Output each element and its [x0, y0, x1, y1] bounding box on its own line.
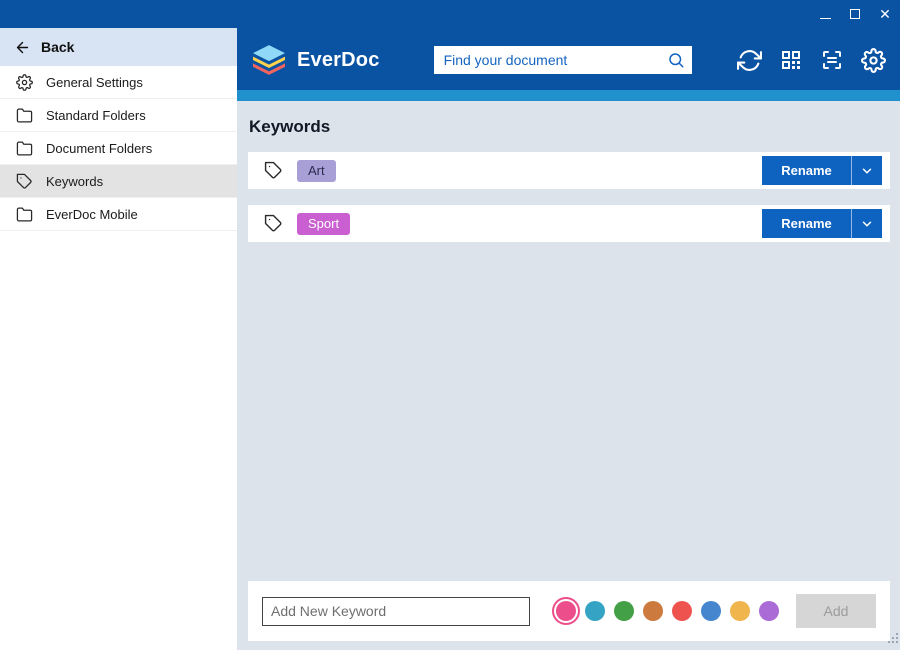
keyword-badge: Art [297, 160, 336, 182]
keywords-panel: Keywords Art Rename Sport Rename [237, 101, 900, 650]
tag-icon [16, 173, 33, 190]
rename-button[interactable]: Rename [762, 156, 882, 185]
chevron-down-icon[interactable] [852, 156, 882, 185]
sidebar-item-label: EverDoc Mobile [46, 207, 138, 222]
search-icon[interactable] [667, 51, 685, 69]
settings-sidebar: Back General Settings Standard Folders D… [0, 28, 237, 650]
main-area: EverDoc [237, 0, 900, 650]
page-title: Keywords [249, 117, 890, 137]
keyword-row: Art Rename [248, 152, 890, 189]
minimize-button[interactable] [810, 0, 840, 28]
sidebar-item-keywords[interactable]: Keywords [0, 165, 237, 198]
tag-icon [264, 214, 283, 233]
color-swatches [556, 601, 779, 621]
sidebar-item-standard-folders[interactable]: Standard Folders [0, 99, 237, 132]
accent-strip [237, 90, 900, 101]
keyword-badge: Sport [297, 213, 350, 235]
color-swatch-blue[interactable] [701, 601, 721, 621]
search-box [434, 46, 692, 74]
app-name: EverDoc [297, 49, 380, 72]
sidebar-item-label: General Settings [46, 75, 143, 90]
back-button[interactable]: Back [0, 28, 237, 66]
sidebar-item-label: Keywords [46, 174, 103, 189]
sidebar-item-label: Document Folders [46, 141, 152, 156]
new-keyword-input[interactable] [262, 597, 530, 626]
add-keyword-bar: Add [248, 581, 890, 641]
keyword-row: Sport Rename [248, 205, 890, 242]
brand: EverDoc [250, 44, 380, 76]
settings-icon[interactable] [861, 48, 886, 73]
color-swatch-purple[interactable] [759, 601, 779, 621]
folder-icon [16, 107, 33, 124]
sidebar-item-document-folders[interactable]: Document Folders [0, 132, 237, 165]
color-swatch-red[interactable] [672, 601, 692, 621]
color-swatch-teal[interactable] [585, 601, 605, 621]
folder-icon [16, 206, 33, 223]
search-input[interactable] [434, 46, 692, 74]
sidebar-item-everdoc-mobile[interactable]: EverDoc Mobile [0, 198, 237, 231]
color-swatch-amber[interactable] [730, 601, 750, 621]
back-arrow-icon [14, 39, 31, 56]
rename-button-label[interactable]: Rename [762, 156, 852, 185]
close-icon: ✕ [879, 7, 891, 21]
rename-button[interactable]: Rename [762, 209, 882, 238]
scan-icon[interactable] [820, 48, 844, 72]
gear-icon [16, 74, 33, 91]
folder-icon [16, 140, 33, 157]
back-label: Back [41, 39, 74, 55]
rename-button-label[interactable]: Rename [762, 209, 852, 238]
color-swatch-pink[interactable] [556, 601, 576, 621]
sidebar-item-general-settings[interactable]: General Settings [0, 66, 237, 99]
maximize-icon [850, 9, 860, 19]
color-swatch-orange[interactable] [643, 601, 663, 621]
minimize-icon [820, 18, 831, 19]
resize-grip[interactable] [888, 630, 898, 648]
sidebar-item-label: Standard Folders [46, 108, 146, 123]
qr-code-icon[interactable] [779, 48, 803, 72]
everdoc-logo-icon [250, 44, 288, 76]
chevron-down-icon[interactable] [852, 209, 882, 238]
header-toolbar [737, 48, 886, 73]
add-button[interactable]: Add [796, 594, 876, 628]
color-swatch-green[interactable] [614, 601, 634, 621]
sync-icon[interactable] [737, 48, 762, 73]
window-titlebar: ✕ [0, 0, 900, 28]
tag-icon [264, 161, 283, 180]
close-button[interactable]: ✕ [870, 0, 900, 28]
maximize-button[interactable] [840, 0, 870, 28]
